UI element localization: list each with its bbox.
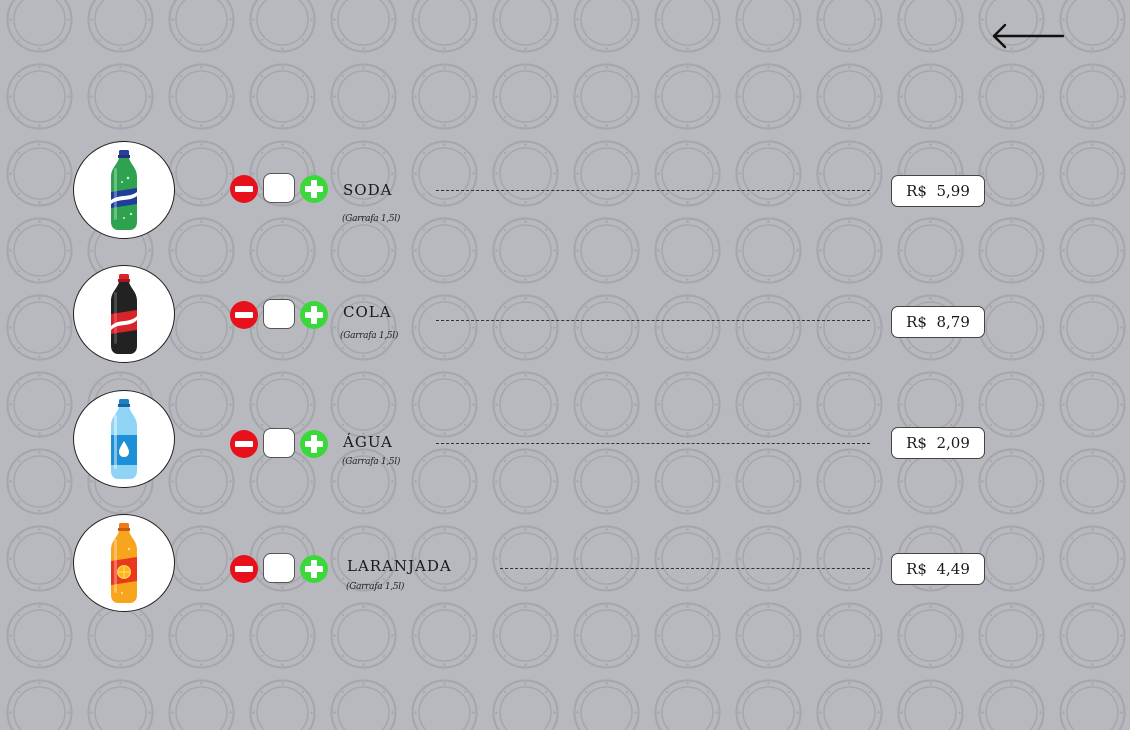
quantity-input-laranjada[interactable] xyxy=(263,553,295,583)
dotted-leader-cola xyxy=(436,320,870,321)
dotted-leader-laranjada xyxy=(500,568,870,569)
quantity-input-agua[interactable] xyxy=(263,428,295,458)
minus-icon xyxy=(235,566,253,572)
minus-icon xyxy=(235,312,253,318)
product-price-cola: R$ 8,79 xyxy=(891,306,985,338)
minus-icon xyxy=(235,186,253,192)
plus-icon xyxy=(300,555,328,583)
left-arrow-icon xyxy=(992,23,1065,49)
product-row-agua: ÁGUA (Garrafa 1,5l) R$ 2,09 xyxy=(0,390,1130,490)
dotted-leader-agua xyxy=(436,443,870,444)
increase-quantity-button-soda[interactable] xyxy=(300,175,328,203)
water-bottle-icon xyxy=(111,399,137,479)
plus-icon xyxy=(300,175,328,203)
quantity-input-cola[interactable] xyxy=(263,299,295,329)
product-size-cola: (Garrafa 1,5l) xyxy=(340,331,399,341)
product-row-laranjada: LARANJADA (Garrafa 1,5l) R$ 4,49 xyxy=(0,514,1130,614)
orange-soda-bottle-icon xyxy=(111,523,137,603)
decrease-quantity-button-agua[interactable] xyxy=(230,430,258,458)
minus-icon xyxy=(235,441,253,447)
product-name-cola: COLA xyxy=(343,303,392,321)
product-row-soda: SODA (Garrafa 1,5l) R$ 5,99 xyxy=(0,141,1130,241)
dotted-leader-soda xyxy=(436,190,870,191)
product-price-agua: R$ 2,09 xyxy=(891,427,985,459)
product-name-laranjada: LARANJADA xyxy=(347,557,452,575)
product-size-agua: (Garrafa 1,5l) xyxy=(342,457,401,467)
cola-bottle-icon xyxy=(111,274,137,354)
increase-quantity-button-agua[interactable] xyxy=(300,430,328,458)
plus-icon xyxy=(300,430,328,458)
increase-quantity-button-cola[interactable] xyxy=(300,301,328,329)
product-name-agua: ÁGUA xyxy=(343,433,393,451)
product-image-agua xyxy=(73,390,175,488)
product-row-cola: COLA (Garrafa 1,5l) R$ 8,79 xyxy=(0,265,1130,365)
decrease-quantity-button-laranjada[interactable] xyxy=(230,555,258,583)
back-button[interactable] xyxy=(988,18,1068,54)
product-name-soda: SODA xyxy=(343,181,393,199)
soda-bottle-icon xyxy=(111,150,137,230)
product-size-soda: (Garrafa 1,5l) xyxy=(342,214,401,224)
decrease-quantity-button-cola[interactable] xyxy=(230,301,258,329)
background-pattern xyxy=(0,0,1130,730)
product-price-laranjada: R$ 4,49 xyxy=(891,553,985,585)
plus-icon xyxy=(300,301,328,329)
product-image-laranjada xyxy=(73,514,175,612)
product-image-cola xyxy=(73,265,175,363)
product-size-laranjada: (Garrafa 1,5l) xyxy=(346,582,405,592)
quantity-input-soda[interactable] xyxy=(263,173,295,203)
increase-quantity-button-laranjada[interactable] xyxy=(300,555,328,583)
product-image-soda xyxy=(73,141,175,239)
decrease-quantity-button-soda[interactable] xyxy=(230,175,258,203)
product-price-soda: R$ 5,99 xyxy=(891,175,985,207)
